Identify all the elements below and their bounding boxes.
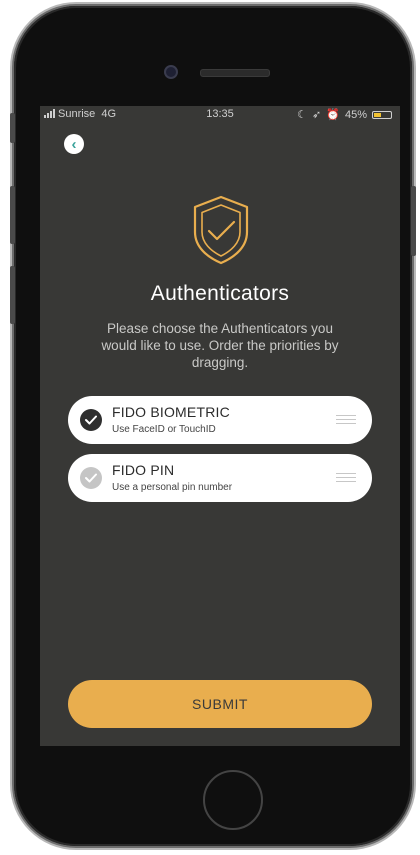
home-button[interactable] [203, 770, 263, 830]
mute-switch [10, 113, 15, 143]
volume-down-button [10, 266, 15, 324]
submit-button[interactable]: SUBMIT [68, 680, 372, 728]
battery-icon [372, 110, 392, 119]
status-indicators: ☾ ➶ ⏰ 45% [297, 108, 392, 121]
chevron-left-icon: ‹ [71, 135, 77, 153]
authenticator-description: Use a personal pin number [112, 482, 233, 493]
checkmark-icon[interactable] [80, 409, 102, 431]
alarm-icon: ⏰ [326, 109, 340, 121]
shield-check-icon [193, 195, 249, 265]
drag-handle-icon[interactable] [336, 415, 356, 424]
earpiece-speaker [200, 69, 270, 77]
app-screen: Sunrise 4G 13:35 ☾ ➶ ⏰ 45% ‹ Authenticat… [40, 106, 400, 746]
authenticator-description: Use FaceID or TouchID [112, 424, 216, 435]
location-arrow-icon: ➶ [312, 109, 322, 121]
battery-percent: 45% [344, 108, 367, 121]
battery-fill [374, 112, 381, 117]
page-title: Authenticators [150, 282, 290, 305]
authenticator-item-fido-biometric[interactable]: FIDO BIOMETRIC Use FaceID or TouchID [68, 396, 372, 444]
authenticator-name: FIDO PIN [112, 462, 175, 478]
authenticator-name: FIDO BIOMETRIC [112, 404, 230, 420]
volume-up-button [10, 186, 15, 244]
moon-icon: ☾ [297, 109, 308, 121]
page-description: Please choose the Authenticators you wou… [101, 321, 339, 370]
drag-handle-icon[interactable] [336, 473, 356, 482]
power-button [411, 186, 416, 256]
authenticator-item-fido-pin[interactable]: FIDO PIN Use a personal pin number [68, 454, 372, 502]
back-button[interactable]: ‹ [64, 134, 84, 154]
checkmark-icon[interactable] [80, 467, 102, 489]
status-bar: Sunrise 4G 13:35 ☾ ➶ ⏰ 45% [40, 106, 400, 122]
front-camera [164, 65, 178, 79]
